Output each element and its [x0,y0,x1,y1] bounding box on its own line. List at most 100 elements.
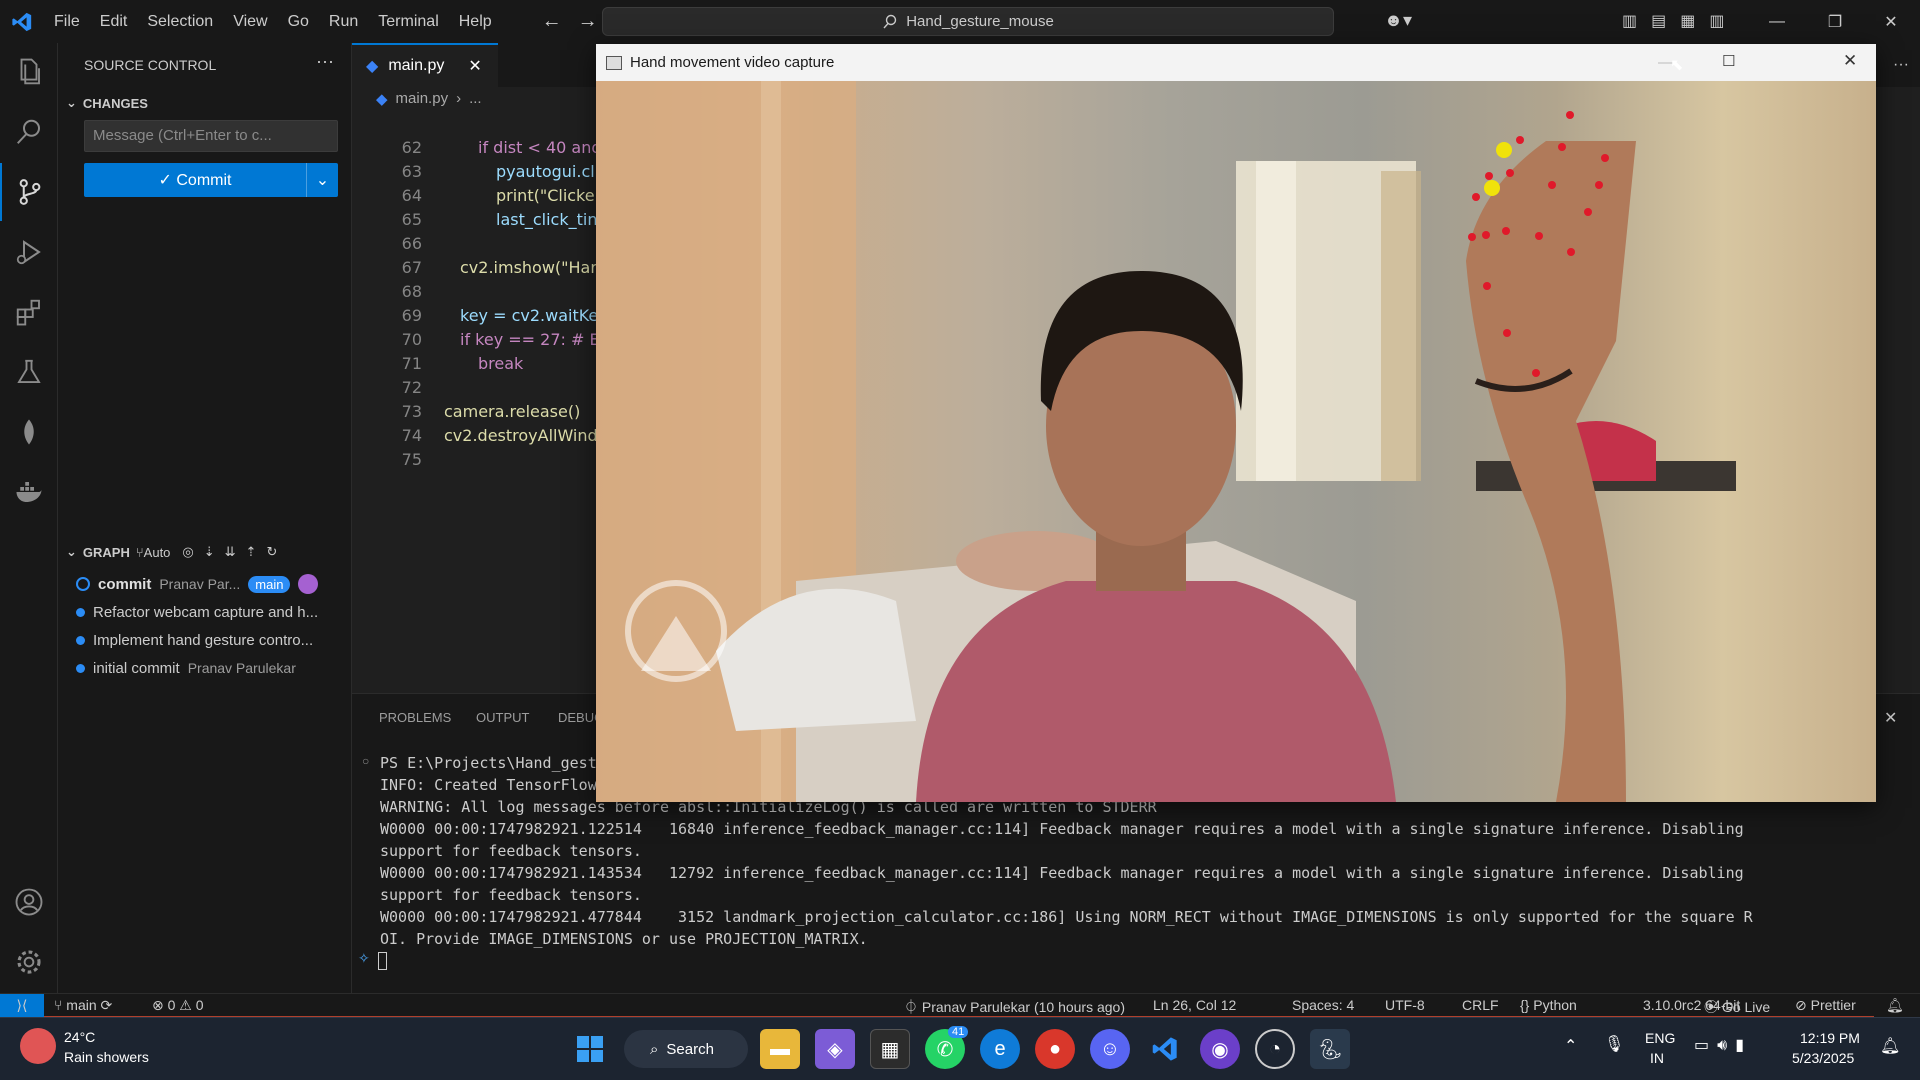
back-arrow-icon[interactable]: ← [534,10,570,33]
system-tray-icons[interactable]: ▭🔊︎▮ [1694,1035,1752,1055]
close-icon[interactable]: ✕ [1862,0,1920,43]
status-problems[interactable]: ⊗ 0 ⚠ 0 [152,997,204,1014]
status-branch[interactable]: ⑂ main ⟳ [54,997,112,1014]
command-center-search[interactable]: Hand_gesture_mouse [602,7,1334,36]
code-line[interactable]: 74 cv2.destroyAllWind [352,426,602,450]
file-explorer-icon[interactable]: ▬ [760,1029,800,1069]
code-line[interactable]: 68 [352,282,602,306]
run-debug-icon[interactable] [0,223,58,281]
code-line[interactable]: 75 [352,450,602,474]
menu-terminal[interactable]: Terminal [368,13,448,31]
menu-run[interactable]: Run [319,13,368,31]
weather-icon[interactable] [20,1028,56,1064]
edge-browser-icon[interactable]: e [980,1029,1020,1069]
menu-file[interactable]: File [44,13,90,31]
code-line[interactable]: 63 pyautogui.cli [352,162,602,186]
close-panel-icon[interactable]: ✕ [1884,708,1897,728]
copilot-icon[interactable]: ☻▾ [1384,10,1412,31]
extensions-icon[interactable] [0,283,58,341]
restore-icon[interactable]: ❐ [1806,0,1864,43]
graph-commit-row[interactable]: Implement hand gesture contro... [76,627,313,653]
status-language[interactable]: {} Python [1520,997,1577,1013]
close-icon[interactable]: ✕ [1843,51,1857,71]
weather-temp[interactable]: 24°C [64,1029,95,1045]
weather-desc[interactable]: Rain showers [64,1049,149,1065]
language-label[interactable]: ENG [1645,1030,1675,1046]
code-line[interactable]: 64 print("Clicke [352,186,602,210]
breadcrumb-more[interactable]: ... [469,90,482,108]
panel-tab-problems[interactable]: PROBLEMS [379,710,451,725]
code-line[interactable]: 62 if dist < 40 and [352,138,602,162]
status-prettier[interactable]: ⊘ Prettier [1795,997,1856,1014]
commit-dropdown-chevron-icon[interactable]: ⌄ [306,163,338,197]
source-control-icon[interactable] [0,163,58,221]
video-capture-window[interactable]: Hand movement video capture — ☐ ✕ [596,44,1876,802]
graph-commit-row[interactable]: commit Pranav Par... main [76,571,319,597]
tab-main-py[interactable]: ◆ main.py ✕ [352,43,498,87]
clock-time[interactable]: 12:19 PM [1800,1030,1860,1046]
graph-commit-row[interactable]: Refactor webcam capture and h... [76,599,318,625]
taskbar-search-box[interactable]: ⌕ Search [624,1030,748,1068]
code-line[interactable]: 67 cv2.imshow("Har [352,258,602,282]
microsoft-store-icon[interactable]: ▦ [870,1029,910,1069]
menu-go[interactable]: Go [278,13,319,31]
status-position[interactable]: Ln 26, Col 12 [1153,997,1236,1013]
copilot-sparkle-icon[interactable]: ✧ [358,950,370,967]
menu-selection[interactable]: Selection [137,13,223,31]
breadcrumb-file[interactable]: main.py [396,90,449,108]
menu-edit[interactable]: Edit [90,13,138,31]
status-blame[interactable]: ⏀ Pranav Parulekar (10 hours ago) [904,997,1125,1017]
recording-app-icon[interactable]: ◔ [1255,1029,1295,1069]
layout-controls-icon[interactable]: ▥▤▦▥ [1622,11,1738,31]
forward-arrow-icon[interactable]: → [570,10,606,33]
testing-icon[interactable] [0,343,58,401]
settings-gear-icon[interactable] [0,933,58,991]
menu-view[interactable]: View [223,13,277,31]
status-eol[interactable]: CRLF [1462,997,1499,1013]
status-golive[interactable]: ⦿ Go Live [1704,997,1770,1017]
minimize-icon[interactable]: — [1748,0,1806,43]
code-line[interactable]: 73 camera.release() [352,402,602,426]
mongodb-leaf-icon[interactable] [0,403,58,461]
more-actions-icon[interactable]: ··· [316,51,334,72]
code-line[interactable]: 65 last_click_tin [352,210,602,234]
show-hidden-icons-chevron[interactable]: ⌃ [1564,1036,1577,1056]
discord-icon[interactable]: ☺ [1090,1029,1130,1069]
graph-commit-row[interactable]: initial commit Pranav Parulekar [76,655,296,681]
docker-icon[interactable] [0,463,58,521]
graph-actions-icon[interactable]: ◎⇣⇊⇡↻ [182,544,287,560]
explorer-icon[interactable] [0,43,58,101]
windows-start-icon[interactable] [570,1029,610,1069]
clock-date[interactable]: 5/23/2025 [1792,1050,1854,1066]
code-line[interactable]: 71 break [352,354,602,378]
code-line[interactable]: 66 [352,234,602,258]
close-tab-icon[interactable]: ✕ [468,56,481,76]
capture-window-titlebar[interactable]: Hand movement video capture — ☐ ✕ [596,44,1876,81]
graph-section-header[interactable]: ⌄ GRAPH ⑂Auto ◎⇣⇊⇡↻ [66,544,287,560]
editor-more-actions-icon[interactable]: ··· [1882,43,1920,87]
code-line[interactable]: 72 [352,378,602,402]
microphone-icon[interactable]: 🎙︎ [1604,1034,1624,1054]
region-label[interactable]: IN [1650,1050,1664,1066]
terminal-cursor[interactable] [378,952,387,970]
panel-tab-output[interactable]: OUTPUT [476,710,529,725]
notifications-bell-icon[interactable]: 🔔︎ [1886,997,1904,1014]
commit-message-input[interactable]: Message (Ctrl+Enter to c... [84,120,338,152]
code-line[interactable]: 70 if key == 27: # E [352,330,602,354]
graph-branch-auto[interactable]: ⑂Auto [136,545,171,560]
status-encoding[interactable]: UTF-8 [1385,997,1425,1013]
changes-section-header[interactable]: ⌄ CHANGES [66,95,148,111]
account-icon[interactable] [0,873,58,931]
maximize-icon[interactable]: ☐ [1722,52,1735,70]
search-icon[interactable] [0,103,58,161]
vscode-taskbar-icon[interactable] [1145,1029,1185,1069]
commit-button[interactable]: ✓ Commit ⌄ [84,163,338,197]
obs-icon[interactable]: ◉ [1200,1029,1240,1069]
status-spaces[interactable]: Spaces: 4 [1292,997,1354,1013]
copilot-app-icon[interactable]: ◈ [815,1029,855,1069]
code-line[interactable]: 69 key = cv2.waitKe [352,306,602,330]
remote-indicator-icon[interactable]: ⟩⟨ [0,994,44,1017]
python-app-icon[interactable]: 🐍︎ [1310,1029,1350,1069]
chrome-browser-icon[interactable]: ● [1035,1029,1075,1069]
notification-center-icon[interactable]: 🔔︎ [1880,1036,1900,1056]
